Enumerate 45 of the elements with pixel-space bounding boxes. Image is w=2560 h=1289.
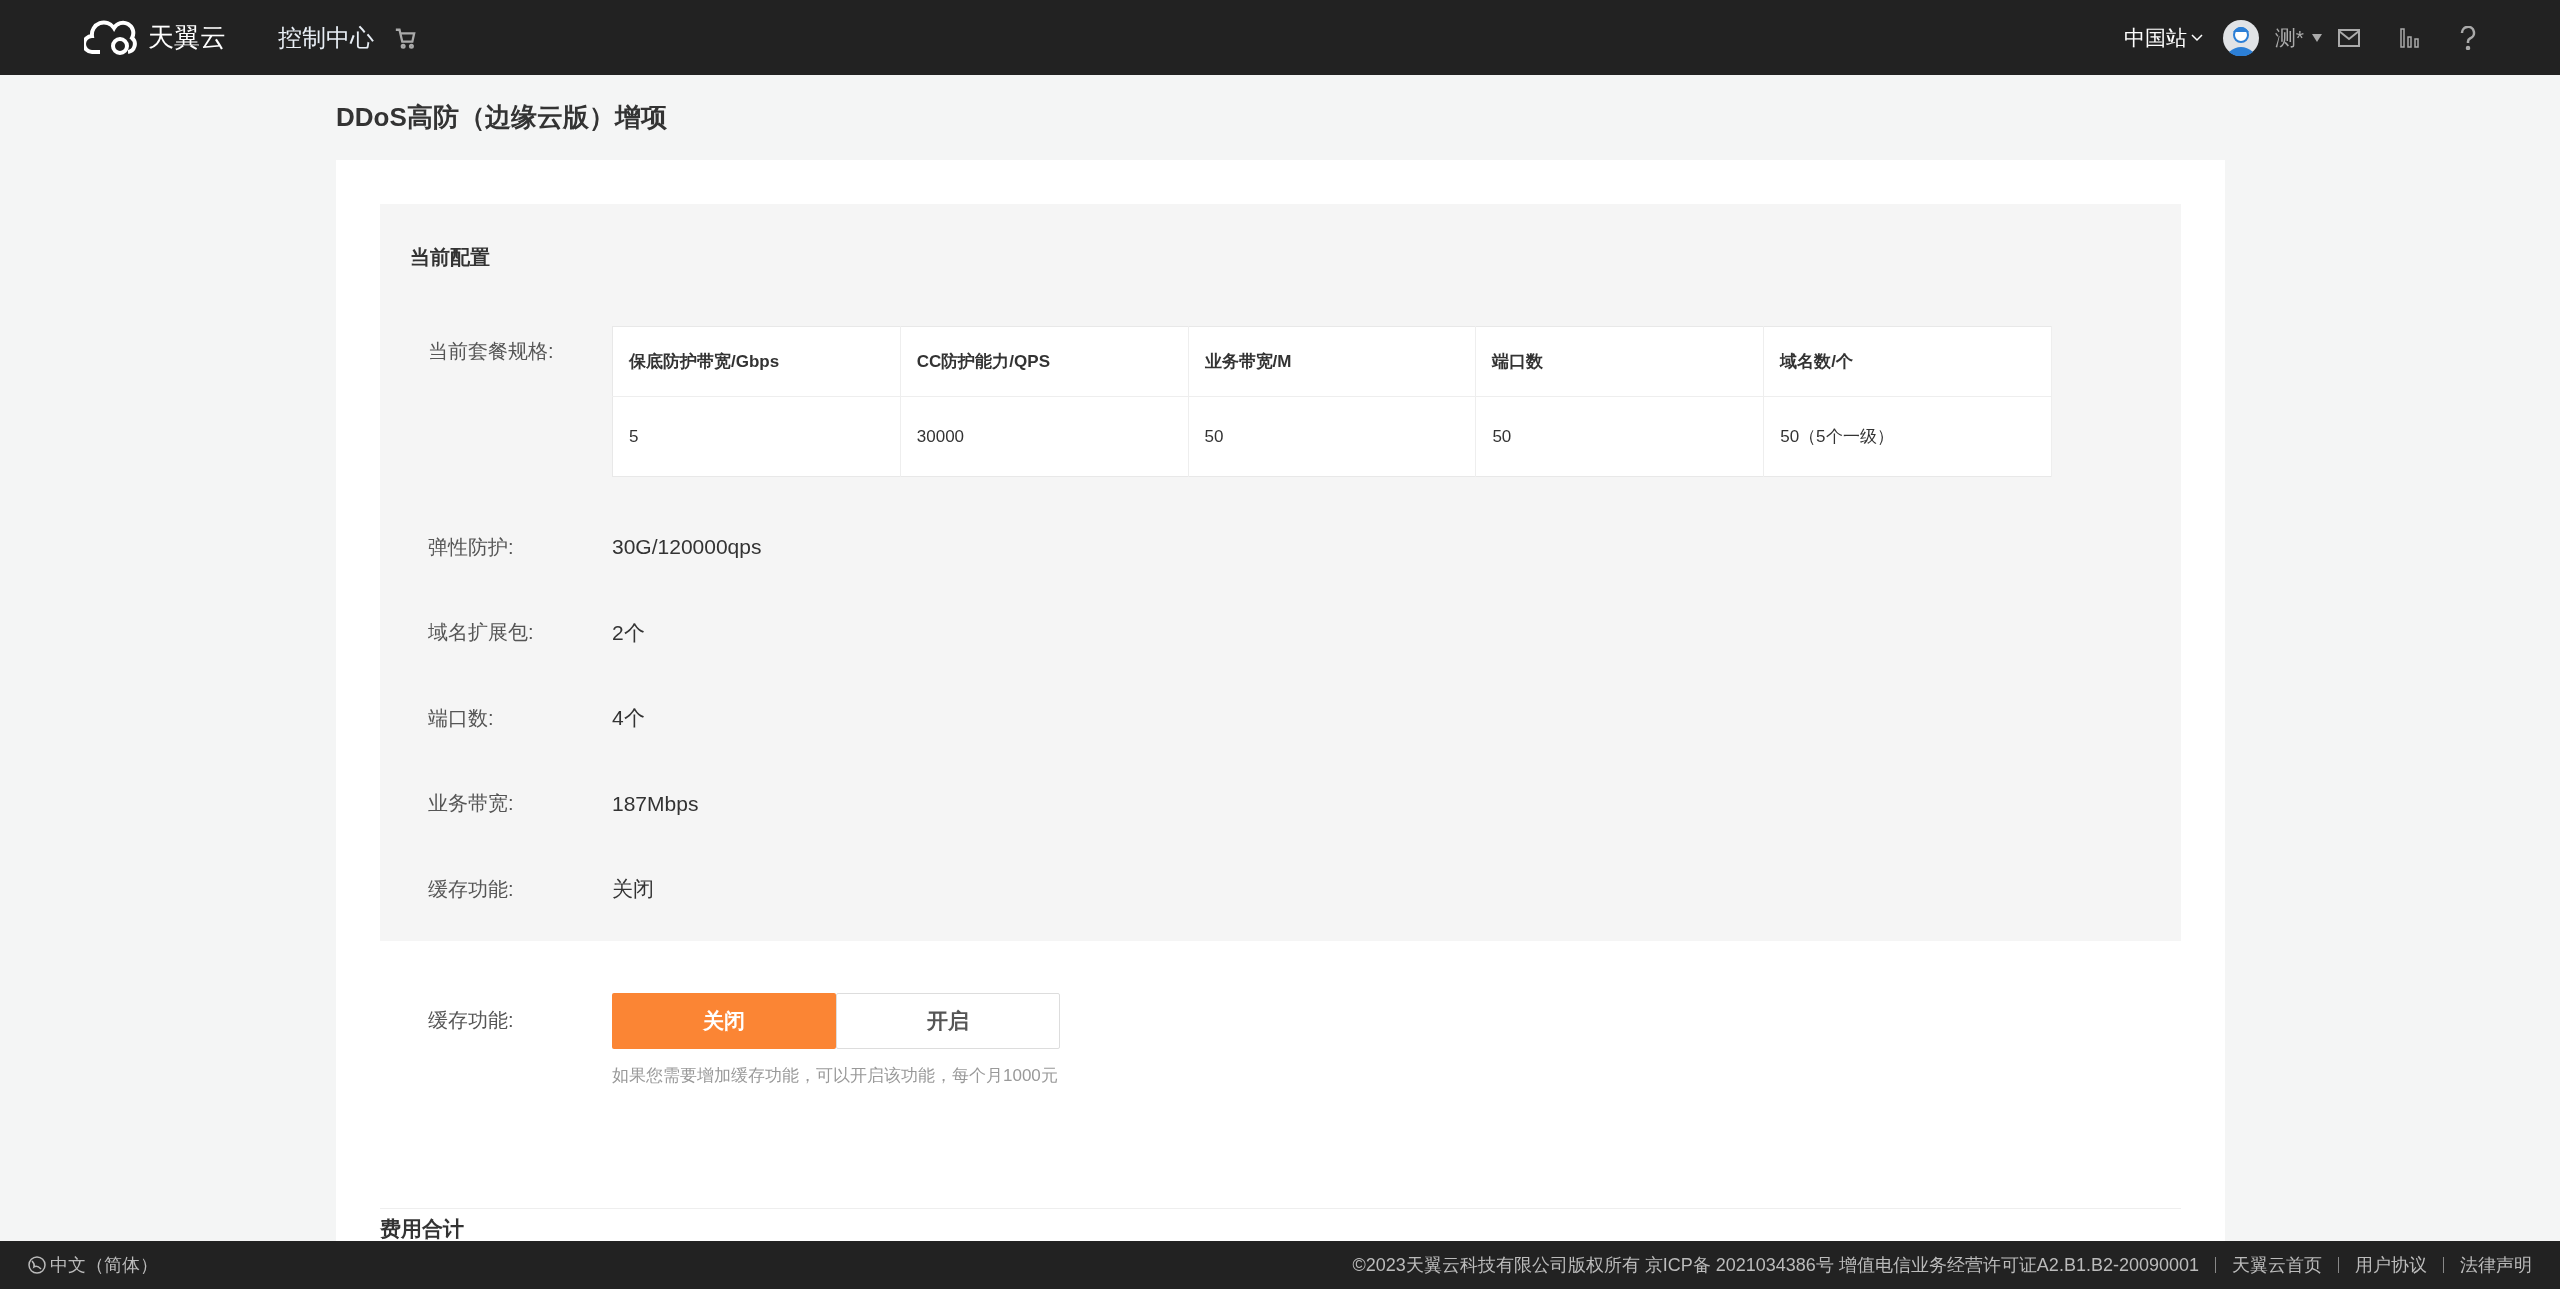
column-header: 端口数: [1475, 326, 1764, 397]
globe-icon: [28, 1256, 46, 1274]
chevron-down-icon: [2190, 33, 2203, 42]
footer-link[interactable]: 用户协议: [2355, 1251, 2427, 1279]
table-cell: 50: [1188, 396, 1476, 477]
table-cell: 50: [1475, 396, 1764, 477]
toggle-option[interactable]: 开启: [836, 992, 1060, 1049]
field-value: 30G/120000qps: [612, 534, 762, 560]
page-title: DDoS高防（边缘云版）增项: [336, 101, 668, 134]
field-label: 业务带宽:: [428, 791, 515, 817]
column-header: 业务带宽/M: [1188, 326, 1476, 397]
field-label: 域名扩展包:: [428, 620, 535, 646]
table-cell: 5: [612, 396, 901, 477]
help-icon[interactable]: [2460, 25, 2476, 50]
user-menu[interactable]: 测*: [2274, 21, 2322, 54]
table-cell: 50（5个一级）: [1763, 396, 2052, 477]
field-label: 缓存功能:: [428, 1007, 515, 1033]
field-label: 缓存功能:: [428, 876, 515, 902]
hint-text: 如果您需要增加缓存功能，可以开启该功能，每个月1000元: [612, 1064, 1059, 1087]
field-label: 端口数:: [428, 705, 495, 731]
field-value: 关闭: [612, 876, 654, 902]
logo-text: 天翼云: [148, 21, 226, 54]
mail-icon[interactable]: [2338, 28, 2360, 47]
field-label: 当前套餐规格:: [428, 339, 555, 364]
caret-icon: [2312, 33, 2322, 42]
field-label: 弹性防护:: [428, 534, 515, 560]
column-header: 保底防护带宽/Gbps: [612, 326, 901, 397]
field-value: 187Mbps: [612, 790, 699, 817]
field-value: 2个: [612, 619, 645, 646]
column-header: 域名数/个: [1763, 326, 2052, 397]
column-header: CC防护能力/QPS: [900, 326, 1189, 397]
table-cell: 30000: [900, 396, 1189, 477]
footer-link[interactable]: 天翼云首页: [2232, 1251, 2322, 1279]
copyright-text: ©2023天翼云科技有限公司版权所有 京ICP备 2021034386号 增值电信业务经营许可证A2.B1.B2-20090001: [1352, 1253, 2199, 1277]
field-value: 4个: [612, 705, 645, 731]
nav-link[interactable]: 控制中心: [278, 19, 374, 56]
cart-icon[interactable]: [394, 26, 416, 49]
bar-chart-icon[interactable]: [2400, 27, 2420, 48]
language-link[interactable]: 中文（简体）: [50, 1251, 158, 1279]
cost-title: 费用合计: [380, 1216, 465, 1241]
region-dropdown[interactable]: 中国站: [2123, 21, 2203, 54]
section-title: 当前配置: [410, 245, 491, 270]
avatar-icon[interactable]: [2222, 19, 2259, 56]
cloud-logo-icon: [84, 19, 140, 56]
footer-link[interactable]: 法律声明: [2460, 1251, 2532, 1279]
